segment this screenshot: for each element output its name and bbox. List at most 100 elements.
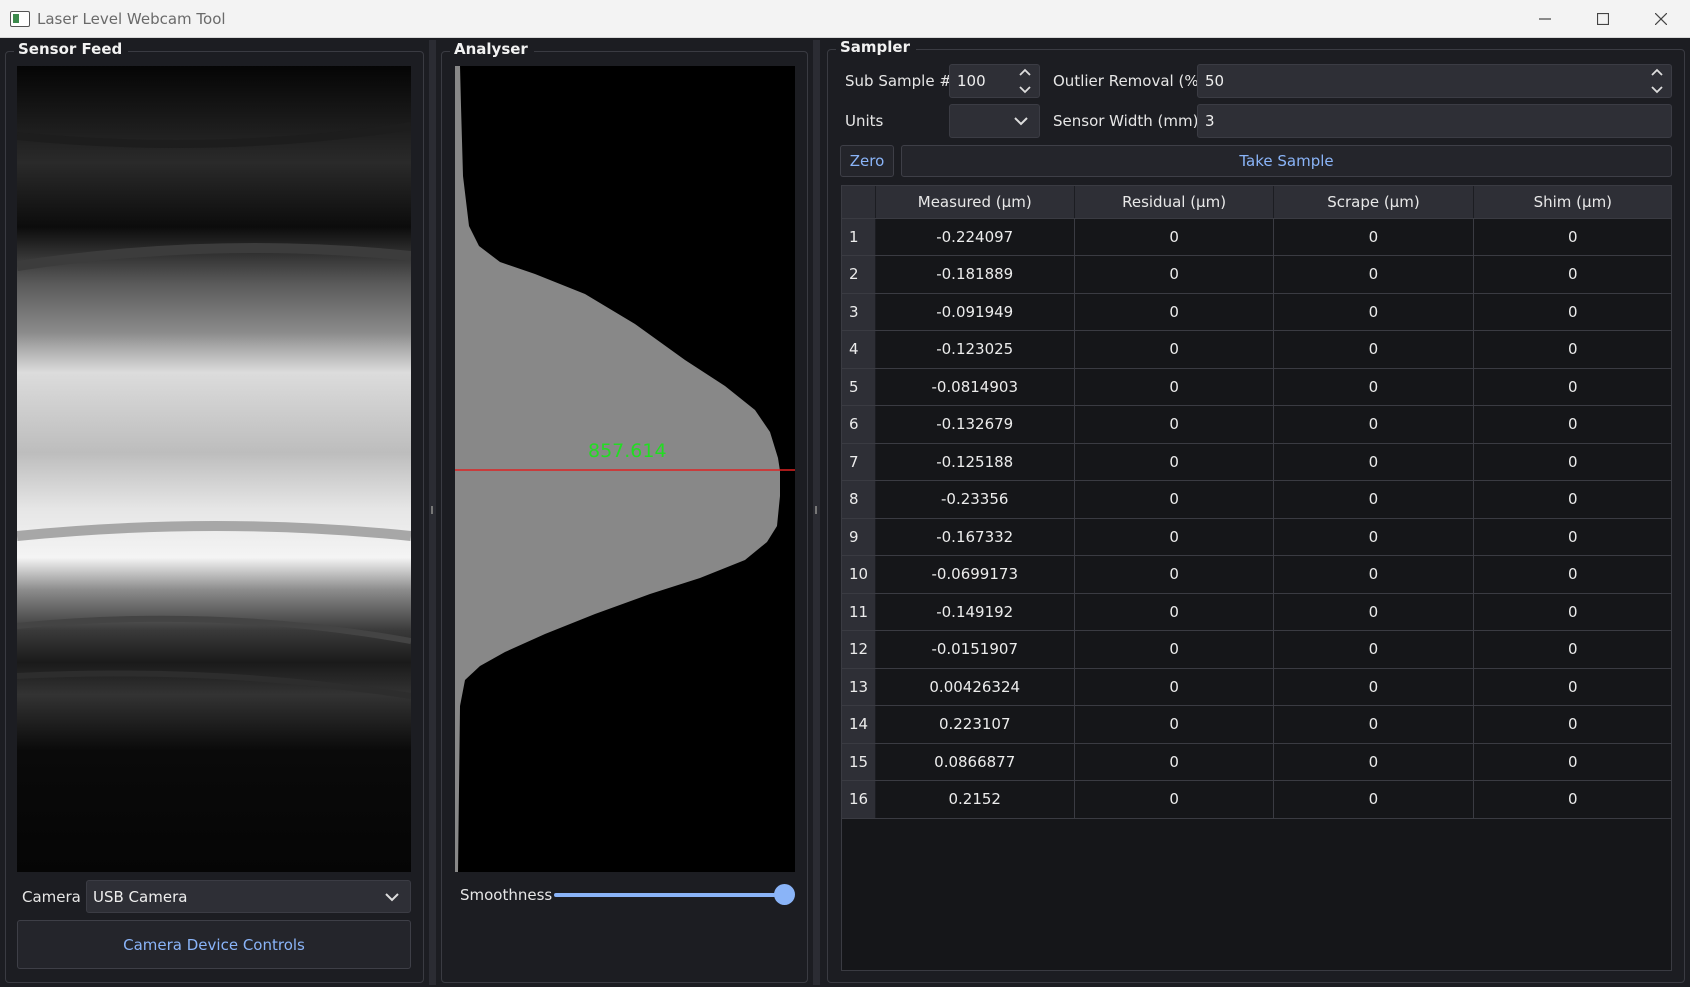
table-cell-shim[interactable]: 0 xyxy=(1473,668,1671,706)
row-number-header[interactable]: 2 xyxy=(842,255,876,294)
table-cell-shim[interactable]: 0 xyxy=(1473,743,1671,781)
table-row[interactable]: 4 -0.123025 0 0 0 xyxy=(842,330,1671,369)
samples-table[interactable]: Measured (µm) Residual (µm) Scrape (µm) … xyxy=(841,185,1672,971)
spin-down-icon[interactable] xyxy=(1019,86,1031,94)
table-cell-scrape[interactable]: 0 xyxy=(1273,630,1474,669)
table-row[interactable]: 11 -0.149192 0 0 0 xyxy=(842,593,1671,631)
table-row[interactable]: 8 -0.23356 0 0 0 xyxy=(842,480,1671,519)
spin-up-icon[interactable] xyxy=(1651,68,1663,76)
row-number-header[interactable]: 12 xyxy=(842,630,876,669)
table-cell-scrape[interactable]: 0 xyxy=(1273,668,1474,706)
table-cell-shim[interactable]: 0 xyxy=(1473,255,1671,294)
sub-sample-spinbox[interactable]: 100 xyxy=(949,64,1040,98)
row-number-header[interactable]: 7 xyxy=(842,443,876,481)
table-cell-measured[interactable]: -0.181889 xyxy=(875,255,1075,294)
camera-device-controls-button[interactable]: Camera Device Controls xyxy=(17,920,411,969)
table-cell-measured[interactable]: 0.00426324 xyxy=(875,668,1075,706)
table-row[interactable]: 10 -0.0699173 0 0 0 xyxy=(842,555,1671,594)
table-cell-residual[interactable]: 0 xyxy=(1074,743,1275,781)
row-number-header[interactable]: 15 xyxy=(842,743,876,781)
table-row[interactable]: 14 0.223107 0 0 0 xyxy=(842,705,1671,744)
table-cell-residual[interactable]: 0 xyxy=(1074,255,1275,294)
table-cell-scrape[interactable]: 0 xyxy=(1273,368,1474,406)
row-number-header[interactable]: 16 xyxy=(842,780,876,819)
table-cell-shim[interactable]: 0 xyxy=(1473,330,1671,369)
table-cell-residual[interactable]: 0 xyxy=(1074,518,1275,556)
camera-select[interactable]: USB Camera xyxy=(86,880,411,913)
table-cell-scrape[interactable]: 0 xyxy=(1273,743,1474,781)
table-cell-scrape[interactable]: 0 xyxy=(1273,780,1474,819)
row-number-header[interactable]: 11 xyxy=(842,593,876,631)
column-header-shim[interactable]: Shim (µm) xyxy=(1473,186,1671,219)
table-cell-residual[interactable]: 0 xyxy=(1074,443,1275,481)
table-row[interactable]: 16 0.2152 0 0 0 xyxy=(842,780,1671,819)
take-sample-button[interactable]: Take Sample xyxy=(901,145,1672,177)
splitter-right[interactable] xyxy=(813,40,820,985)
outlier-removal-spinbox[interactable]: 50 xyxy=(1197,64,1672,98)
table-corner[interactable] xyxy=(842,186,876,219)
table-cell-measured[interactable]: -0.0699173 xyxy=(875,555,1075,594)
table-row[interactable]: 7 -0.125188 0 0 0 xyxy=(842,443,1671,481)
row-number-header[interactable]: 5 xyxy=(842,368,876,406)
table-cell-measured[interactable]: -0.125188 xyxy=(875,443,1075,481)
table-cell-measured[interactable]: -0.23356 xyxy=(875,480,1075,519)
units-select[interactable] xyxy=(949,104,1040,138)
table-cell-residual[interactable]: 0 xyxy=(1074,593,1275,631)
table-row[interactable]: 2 -0.181889 0 0 0 xyxy=(842,255,1671,294)
sub-sample-spin-arrows[interactable] xyxy=(1019,68,1031,94)
table-row[interactable]: 3 -0.091949 0 0 0 xyxy=(842,293,1671,331)
close-button[interactable] xyxy=(1632,0,1690,38)
table-cell-shim[interactable]: 0 xyxy=(1473,405,1671,444)
column-header-scrape[interactable]: Scrape (µm) xyxy=(1273,186,1474,219)
column-header-measured[interactable]: Measured (µm) xyxy=(875,186,1075,219)
table-cell-measured[interactable]: -0.149192 xyxy=(875,593,1075,631)
table-cell-measured[interactable]: -0.0151907 xyxy=(875,630,1075,669)
table-row[interactable]: 1 -0.224097 0 0 0 xyxy=(842,218,1671,256)
table-row[interactable]: 15 0.0866877 0 0 0 xyxy=(842,743,1671,781)
minimize-button[interactable] xyxy=(1516,0,1574,38)
table-cell-shim[interactable]: 0 xyxy=(1473,555,1671,594)
maximize-button[interactable] xyxy=(1574,0,1632,38)
table-cell-shim[interactable]: 0 xyxy=(1473,780,1671,819)
table-cell-residual[interactable]: 0 xyxy=(1074,480,1275,519)
table-cell-residual[interactable]: 0 xyxy=(1074,218,1275,256)
table-cell-residual[interactable]: 0 xyxy=(1074,705,1275,744)
table-cell-residual[interactable]: 0 xyxy=(1074,555,1275,594)
table-cell-shim[interactable]: 0 xyxy=(1473,480,1671,519)
sensor-width-field[interactable]: 3 xyxy=(1197,104,1672,138)
table-cell-scrape[interactable]: 0 xyxy=(1273,405,1474,444)
table-cell-measured[interactable]: -0.091949 xyxy=(875,293,1075,331)
table-cell-residual[interactable]: 0 xyxy=(1074,630,1275,669)
row-number-header[interactable]: 1 xyxy=(842,218,876,256)
table-cell-residual[interactable]: 0 xyxy=(1074,405,1275,444)
table-cell-measured[interactable]: -0.224097 xyxy=(875,218,1075,256)
table-cell-scrape[interactable]: 0 xyxy=(1273,255,1474,294)
table-cell-scrape[interactable]: 0 xyxy=(1273,330,1474,369)
table-cell-scrape[interactable]: 0 xyxy=(1273,443,1474,481)
table-cell-measured[interactable]: 0.0866877 xyxy=(875,743,1075,781)
table-cell-scrape[interactable]: 0 xyxy=(1273,218,1474,256)
table-cell-scrape[interactable]: 0 xyxy=(1273,293,1474,331)
spin-down-icon[interactable] xyxy=(1651,86,1663,94)
table-row[interactable]: 5 -0.0814903 0 0 0 xyxy=(842,368,1671,406)
table-cell-residual[interactable]: 0 xyxy=(1074,780,1275,819)
row-number-header[interactable]: 3 xyxy=(842,293,876,331)
table-cell-shim[interactable]: 0 xyxy=(1473,518,1671,556)
table-row[interactable]: 9 -0.167332 0 0 0 xyxy=(842,518,1671,556)
table-cell-scrape[interactable]: 0 xyxy=(1273,480,1474,519)
table-cell-scrape[interactable]: 0 xyxy=(1273,518,1474,556)
table-cell-shim[interactable]: 0 xyxy=(1473,368,1671,406)
outlier-removal-spin-arrows[interactable] xyxy=(1651,68,1663,94)
table-cell-residual[interactable]: 0 xyxy=(1074,330,1275,369)
table-cell-measured[interactable]: 0.2152 xyxy=(875,780,1075,819)
row-number-header[interactable]: 13 xyxy=(842,668,876,706)
table-cell-scrape[interactable]: 0 xyxy=(1273,593,1474,631)
table-cell-shim[interactable]: 0 xyxy=(1473,593,1671,631)
table-cell-shim[interactable]: 0 xyxy=(1473,630,1671,669)
row-number-header[interactable]: 9 xyxy=(842,518,876,556)
table-row[interactable]: 6 -0.132679 0 0 0 xyxy=(842,405,1671,444)
table-cell-scrape[interactable]: 0 xyxy=(1273,705,1474,744)
table-cell-measured[interactable]: -0.167332 xyxy=(875,518,1075,556)
table-cell-measured[interactable]: -0.132679 xyxy=(875,405,1075,444)
table-cell-residual[interactable]: 0 xyxy=(1074,668,1275,706)
